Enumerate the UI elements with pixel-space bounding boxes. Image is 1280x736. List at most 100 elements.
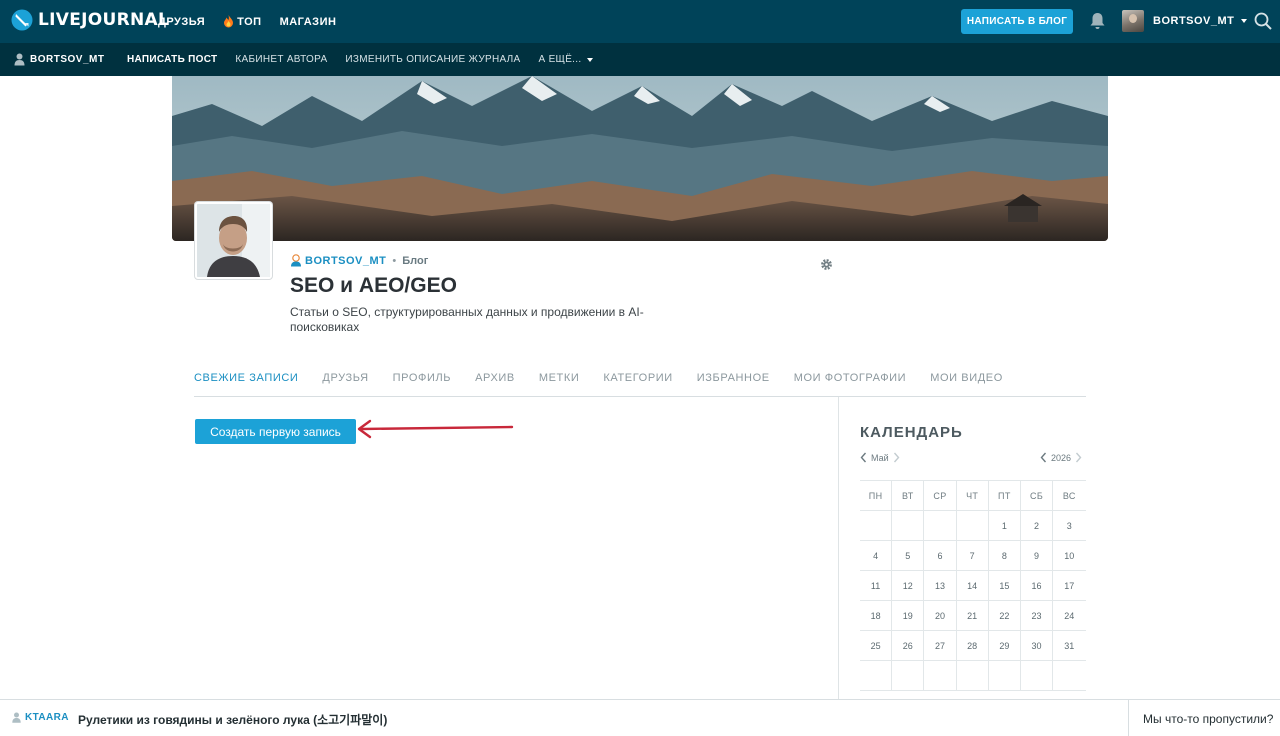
calendar-day [989,661,1021,691]
tab-friends[interactable]: ДРУЗЬЯ [322,372,368,388]
top-navigation-bar: LIVEJOURNAL ДРУЗЬЯ ТОП МАГАЗИН НАПИСАТЬ … [0,0,1280,43]
fire-icon [224,15,234,28]
more-menu-label: А ЕЩЁ... [538,54,582,65]
bell-icon[interactable] [1089,12,1106,30]
calendar-day: 8 [989,541,1021,571]
journal-username-link[interactable]: BORTSOV_MT [305,255,386,267]
journal-avatar[interactable] [195,202,272,279]
create-first-entry-button[interactable]: Создать первую запись [195,419,356,444]
calendar-year: 2026 [1051,452,1072,463]
calendar-day: 7 [957,541,989,571]
calendar-day [860,511,893,541]
calendar-week-row: 18 19 20 21 22 23 24 [860,601,1086,631]
calendar-year-nav: 2026 [1040,452,1082,463]
edit-journal-description-link[interactable]: ИЗМЕНИТЬ ОПИСАНИЕ ЖУРНАЛА [345,54,520,65]
new-post-label: НАПИСАТЬ ПОСТ [127,54,218,65]
weekday-label: ПН [860,481,893,511]
nav-top-link[interactable]: ТОП [223,15,261,28]
tab-my-photos[interactable]: МОИ ФОТОГРАФИИ [794,372,907,388]
calendar-day: 31 [1064,641,1075,651]
calendar-day: 26 [892,631,925,661]
calendar-day [892,511,925,541]
calendar-week-row [860,661,1086,691]
top-nav: ДРУЗЬЯ ТОП МАГАЗИН [158,0,354,43]
weekday-label: СБ [1021,481,1054,511]
calendar-day [957,661,989,691]
recommendation-title-link[interactable]: Рулетики из говядины и зелёного лука (소고… [78,711,387,728]
write-in-blog-button[interactable]: НАПИСАТЬ В БЛОГ [961,9,1073,34]
calendar-day [924,511,957,541]
calendar-day: 19 [892,601,925,631]
sidebar-divider [838,397,839,700]
tab-tags[interactable]: МЕТКИ [539,372,580,388]
calendar-day: 6 [924,541,957,571]
new-post-link[interactable]: НАПИСАТЬ ПОСТ [127,54,217,65]
chevron-right-icon[interactable] [893,452,900,463]
calendar-day: 13 [924,571,957,601]
tab-categories[interactable]: КАТЕГОРИИ [603,372,672,388]
annotation-arrow [357,419,514,439]
logo-text: LIVEJOURNAL [38,10,170,30]
journal-type: Блог [402,254,429,267]
avatar [1122,10,1144,32]
journal-owner-link[interactable]: BORTSOV_MT [14,53,104,66]
calendar-day: 24 [1064,611,1075,621]
calendar-day: 14 [957,571,989,601]
user-menu[interactable]: BORTSOV_MT [1122,10,1248,32]
user-menu-name: BORTSOV_MT [1153,15,1235,27]
recommendation-author-link[interactable]: KTAARA [12,712,69,723]
author-cabinet-label: КАБИНЕТ АВТОРА [235,54,328,65]
journal-sub-navigation: BORTSOV_MT НАПИСАТЬ ПОСТ КАБИНЕТ АВТОРА … [0,43,1280,76]
calendar-day: 16 [1021,571,1054,601]
weekday-label: ЧТ [957,481,989,511]
calendar-day: 21 [957,601,989,631]
search-icon[interactable] [1254,12,1272,30]
journal-cover-image [172,76,1108,241]
author-cabinet-link[interactable]: КАБИНЕТ АВТОРА [235,54,327,65]
calendar-month-nav: Май [860,452,900,463]
missed-something-link[interactable]: Мы что-то пропустили? [1143,712,1273,726]
journal-description: Статьи о SEO, структурированных данных и… [290,305,644,334]
user-icon [14,53,25,66]
calendar-day: 10 [1064,551,1075,561]
bottombar-divider [1128,700,1129,736]
livejournal-logo[interactable]: LIVEJOURNAL [11,9,169,31]
tab-favorites[interactable]: ИЗБРАННОЕ [697,372,770,388]
calendar-grid: ПН ВТ СР ЧТ ПТ СБ ВС 1 2 3 4 5 6 7 8 9 1… [860,480,1086,691]
calendar-day [1053,661,1085,691]
calendar-day: 17 [1064,581,1075,591]
chevron-left-icon[interactable] [860,452,867,463]
calendar-day: 5 [892,541,925,571]
user-icon [291,254,301,267]
more-menu[interactable]: А ЕЩЁ... [539,54,594,65]
calendar-day: 4 [860,541,893,571]
tab-profile[interactable]: ПРОФИЛЬ [393,372,451,388]
calendar-day: 2 [1021,511,1054,541]
caret-down-icon [587,57,594,62]
calendar-week-row: 11 12 13 14 15 16 17 [860,571,1086,601]
nav-friends-label: ДРУЗЬЯ [158,15,206,28]
tab-archive[interactable]: АРХИВ [475,372,515,388]
tab-recent-entries[interactable]: СВЕЖИЕ ЗАПИСИ [194,372,298,388]
tab-my-videos[interactable]: МОИ ВИДЕО [930,372,1003,388]
journal-title: SEO и AEO/GEO [290,274,457,297]
caret-down-icon [1241,19,1248,23]
calendar-day: 9 [1021,541,1054,571]
journal-meta: BORTSOV_MT • Блог [290,254,428,267]
recommendation-author-name: KTAARA [25,712,69,723]
nav-friends-link[interactable]: ДРУЗЬЯ [158,16,205,28]
calendar-day: 15 [989,571,1021,601]
journal-tabs: СВЕЖИЕ ЗАПИСИ ДРУЗЬЯ ПРОФИЛЬ АРХИВ МЕТКИ… [194,372,1086,397]
calendar-day: 11 [860,571,893,601]
chevron-right-icon[interactable] [1075,452,1082,463]
calendar-day: 25 [860,631,893,661]
calendar-day: 22 [989,601,1021,631]
chevron-left-icon[interactable] [1040,452,1047,463]
calendar-weekday-row: ПН ВТ СР ЧТ ПТ СБ ВС [860,481,1086,511]
nav-shop-link[interactable]: МАГАЗИН [280,16,337,28]
calendar-day: 1 [989,511,1021,541]
weekday-label: ВС [1062,491,1076,501]
bottom-recommendation-bar: KTAARA Рулетики из говядины и зелёного л… [0,699,1280,736]
calendar-month: Май [871,452,889,463]
gear-icon[interactable] [820,258,833,271]
